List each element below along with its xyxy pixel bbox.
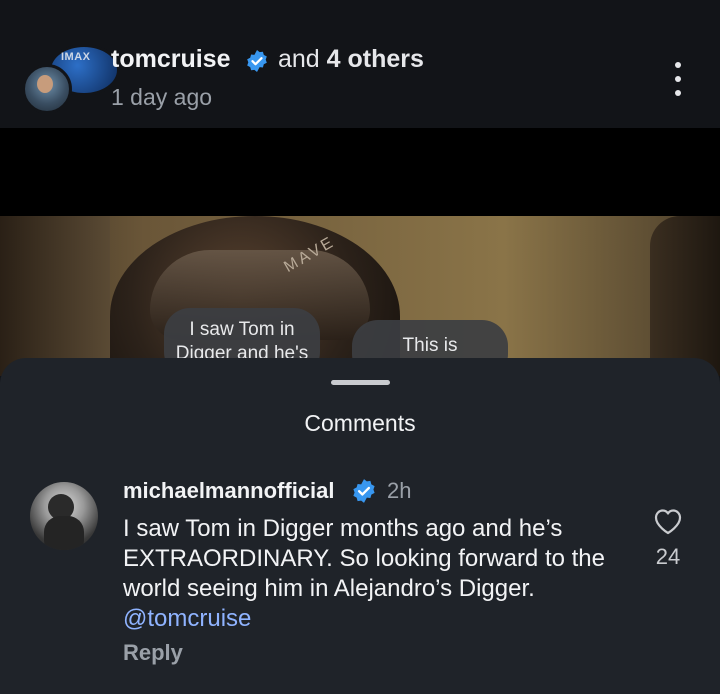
comment-mention-link[interactable]: @tomcruise (123, 605, 251, 632)
collaborators-count: 4 others (326, 45, 424, 73)
imax-logo-text: IMAX (61, 51, 91, 63)
verified-badge-icon (353, 479, 375, 503)
comment-timestamp: 2h (387, 478, 412, 503)
collab-avatars[interactable]: IMAX (22, 40, 120, 116)
comments-sheet: Comments michaelmannofficial 2h I saw To… (0, 358, 720, 694)
commenter-username[interactable]: michaelmannofficial (123, 478, 335, 504)
media-letterbox (0, 128, 720, 216)
heart-icon[interactable] (652, 506, 684, 536)
sheet-drag-handle[interactable] (331, 380, 390, 385)
reply-button[interactable]: Reply (123, 640, 183, 666)
collaborators-text[interactable]: and 4 others (278, 45, 424, 74)
tomcruise-avatar[interactable] (22, 64, 72, 114)
commenter-avatar[interactable] (30, 482, 98, 550)
comment-body: I saw Tom in Digger months ago and he’s … (123, 514, 623, 634)
verified-badge-icon (247, 50, 267, 72)
collaborators-prefix: and (278, 45, 320, 73)
post-header: IMAX tomcruise and 4 others 1 day ago (0, 0, 720, 128)
media-figure-left (0, 216, 110, 376)
post-username[interactable]: tomcruise (111, 45, 230, 74)
media-figure-right (650, 216, 720, 376)
post-timestamp: 1 day ago (111, 84, 213, 110)
comments-title: Comments (304, 410, 416, 436)
more-options-icon[interactable] (670, 62, 686, 96)
like-count: 24 (655, 544, 681, 569)
comment-text: I saw Tom in Digger months ago and he’s … (123, 515, 605, 602)
